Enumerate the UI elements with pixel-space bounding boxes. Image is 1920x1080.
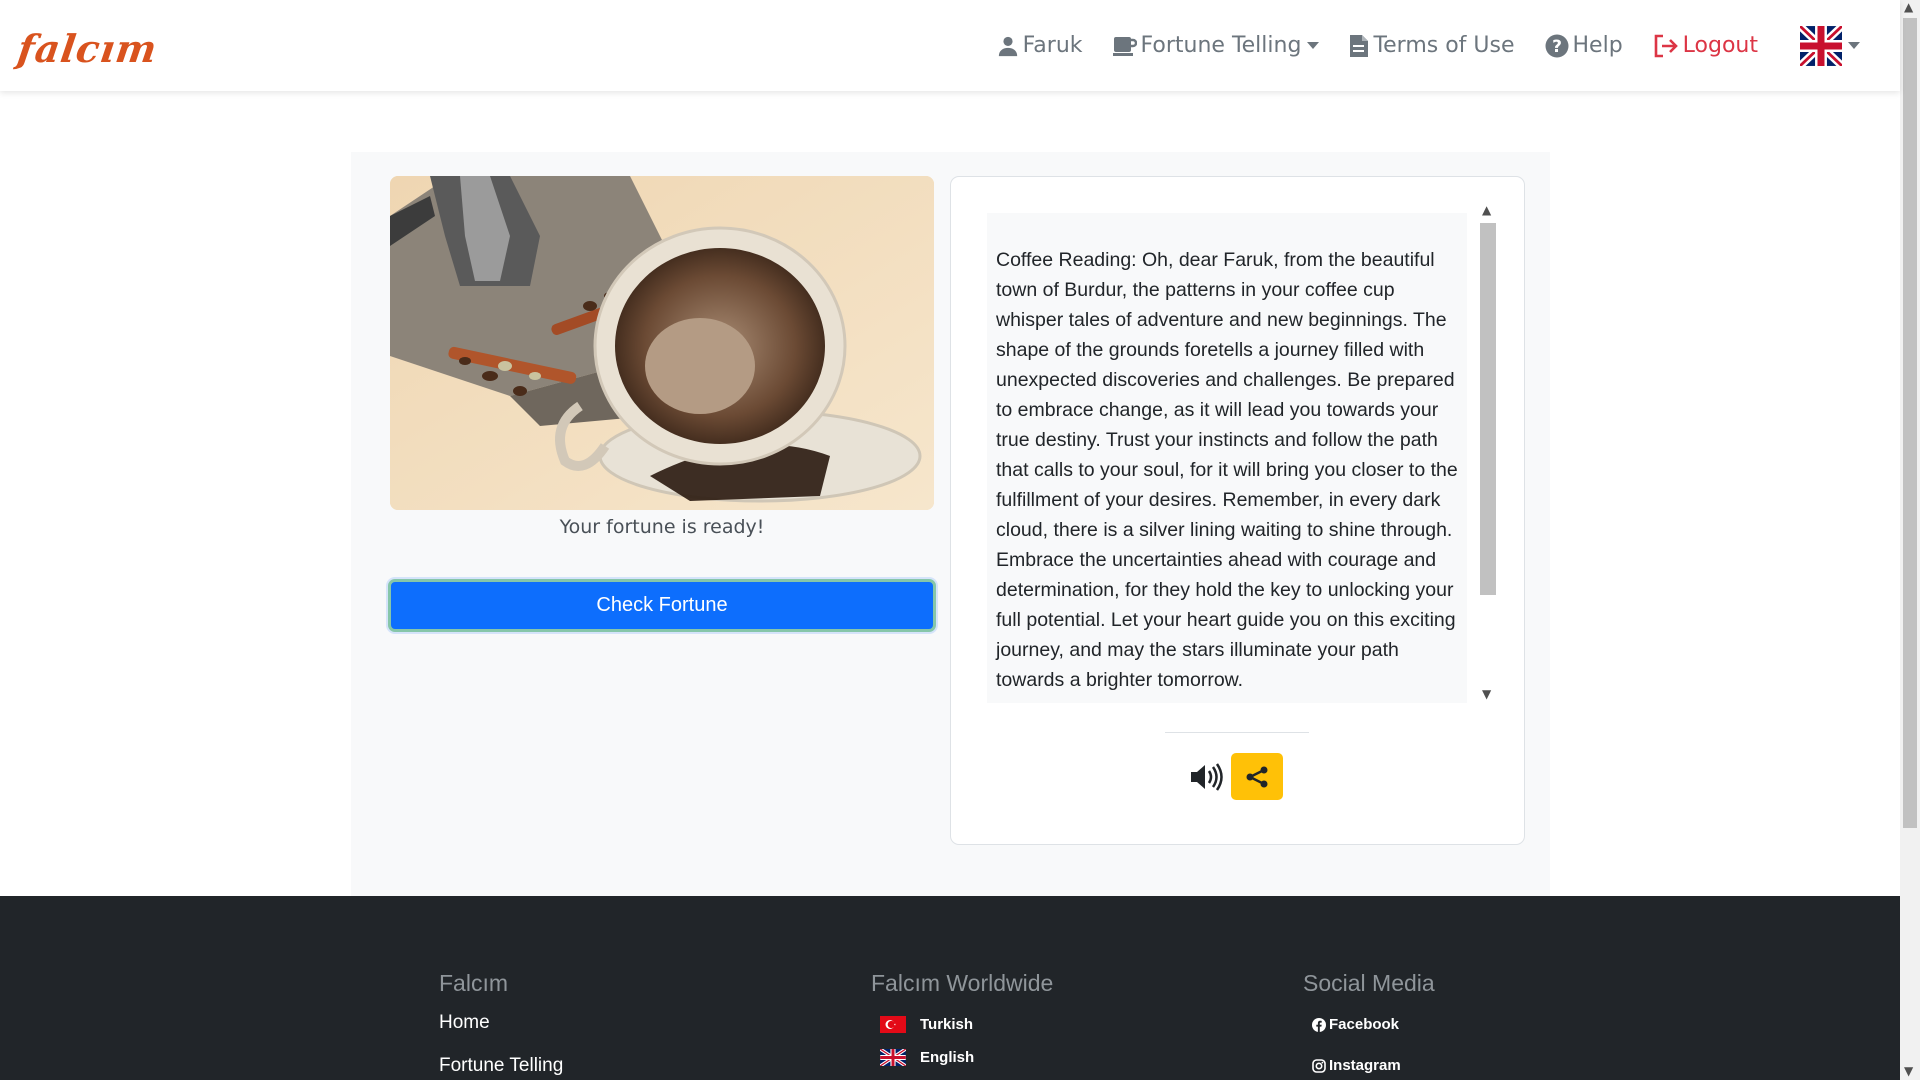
- nav-terms[interactable]: Terms of Use: [1349, 33, 1515, 58]
- nav-logout-label: Logout: [1682, 33, 1758, 58]
- page-scroll-up-icon[interactable]: ▲: [1904, 0, 1913, 14]
- scroll-thumb[interactable]: [1480, 223, 1496, 595]
- nav-fortune-label: Fortune Telling: [1140, 33, 1302, 58]
- footer-title-falcim: Falcım: [439, 970, 508, 996]
- check-fortune-button[interactable]: Check Fortune: [388, 579, 936, 632]
- scroll-up-icon[interactable]: ▲: [1482, 203, 1491, 217]
- card-divider: [1165, 732, 1309, 733]
- language-dropdown[interactable]: [1800, 25, 1860, 66]
- page-scroll-thumb[interactable]: [1903, 18, 1917, 828]
- nav-logout[interactable]: Logout: [1653, 33, 1758, 58]
- uk-flag-icon: [880, 1049, 906, 1066]
- footer-link-fortune-telling[interactable]: Fortune Telling: [439, 1055, 563, 1077]
- nav-fortune-dropdown[interactable]: Fortune Telling: [1112, 33, 1320, 58]
- footer-title-worldwide: Falcım Worldwide: [871, 970, 1054, 996]
- chevron-down-icon: [1307, 42, 1320, 49]
- footer-facebook-label: Facebook: [1329, 1016, 1400, 1033]
- footer-instagram-label: Instagram: [1329, 1057, 1401, 1074]
- svg-text:?: ?: [1552, 37, 1562, 57]
- fortune-reading-text: Coffee Reading: Oh, dear Faruk, from the…: [996, 249, 1458, 691]
- page-scrollbar[interactable]: ▲ ▼: [1900, 0, 1920, 1080]
- footer-english-label: English: [920, 1049, 975, 1066]
- share-icon: [1246, 766, 1268, 787]
- footer-link-english[interactable]: English: [880, 1049, 974, 1066]
- coffee-cup-icon: [1112, 36, 1137, 56]
- chevron-down-icon: [1848, 42, 1860, 49]
- speaker-icon[interactable]: [1189, 762, 1223, 792]
- reading-scrollbar[interactable]: ▲ ▼: [1478, 203, 1498, 701]
- uk-flag-icon: [1800, 25, 1842, 66]
- nav-user-label: Faruk: [1022, 33, 1083, 58]
- share-button[interactable]: [1231, 753, 1283, 800]
- page-scroll-down-icon[interactable]: ▼: [1904, 1064, 1913, 1078]
- user-icon: [998, 36, 1017, 56]
- logout-icon: [1654, 34, 1678, 57]
- navbar: falcım Faruk Fortune Telling Terms of Us…: [0, 0, 1900, 91]
- footer: Falcım Home Fortune Telling Falcım World…: [0, 896, 1900, 1080]
- document-icon: [1350, 34, 1369, 57]
- fortune-reading-box[interactable]: Coffee Reading: Oh, dear Faruk, from the…: [987, 213, 1467, 703]
- footer-link-turkish[interactable]: Turkish: [880, 1016, 973, 1033]
- nav-items: Faruk Fortune Telling Terms of Use ? Hel…: [967, 0, 1860, 91]
- nav-terms-label: Terms of Use: [1373, 33, 1515, 58]
- instagram-icon: [1312, 1058, 1326, 1073]
- question-circle-icon: ?: [1545, 34, 1569, 57]
- footer-link-facebook[interactable]: Facebook: [1312, 1016, 1399, 1033]
- nav-user[interactable]: Faruk: [997, 33, 1083, 58]
- scroll-down-icon[interactable]: ▼: [1482, 687, 1491, 701]
- facebook-icon: [1312, 1017, 1326, 1032]
- footer-title-social: Social Media: [1303, 970, 1435, 996]
- footer-link-instagram[interactable]: Instagram: [1312, 1057, 1401, 1074]
- fortune-ready-caption: Your fortune is ready!: [559, 516, 765, 538]
- footer-link-home[interactable]: Home: [439, 1012, 490, 1034]
- footer-turkish-label: Turkish: [920, 1016, 974, 1033]
- nav-help-label: Help: [1572, 33, 1623, 58]
- nav-help[interactable]: ? Help: [1545, 33, 1623, 58]
- coffee-cup-image: [390, 176, 934, 510]
- brand-logo[interactable]: falcım: [15, 26, 161, 71]
- turkey-flag-icon: [880, 1016, 906, 1033]
